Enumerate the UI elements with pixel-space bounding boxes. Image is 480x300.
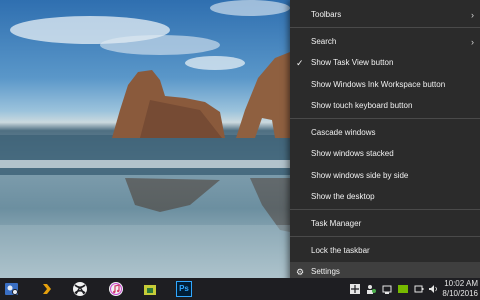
menu-item-show-windows-side-by-side[interactable]: Show windows side by side <box>290 166 480 186</box>
network-icon[interactable] <box>382 284 392 294</box>
menu-separator <box>290 209 480 210</box>
taskbar-context-menu: Toolbars › Search › ✓ Show Task View but… <box>290 0 480 289</box>
menu-item-label: Show Windows Ink Workspace button <box>311 80 446 89</box>
menu-item-label: Show touch keyboard button <box>311 101 413 110</box>
menu-separator <box>290 27 480 28</box>
menu-item-task-manager[interactable]: Task Manager <box>290 214 480 234</box>
cloud <box>210 0 290 16</box>
menu-item-show-ink-workspace-button[interactable]: Show Windows Ink Workspace button <box>290 75 480 95</box>
clock-date: 8/10/2016 <box>442 289 478 298</box>
menu-item-label: Toolbars <box>311 10 342 19</box>
menu-item-show-the-desktop[interactable]: Show the desktop <box>290 187 480 207</box>
menu-item-toolbars[interactable]: Toolbars › <box>290 5 480 25</box>
photoshop-icon[interactable]: Ps <box>176 281 192 297</box>
chevron-right-icon: › <box>471 10 474 20</box>
menu-item-label: Show windows side by side <box>311 171 409 180</box>
menu-item-label: Show Task View button <box>311 58 394 67</box>
menu-item-label: Lock the taskbar <box>311 246 370 255</box>
rock-reflection <box>250 178 290 232</box>
menu-item-label: Show windows stacked <box>311 149 394 158</box>
menu-item-search[interactable]: Search › <box>290 32 480 52</box>
menu-separator <box>290 118 480 119</box>
menu-item-lock-the-taskbar[interactable]: Lock the taskbar <box>290 241 480 261</box>
cloud <box>100 35 220 55</box>
menu-item-label: Task Manager <box>311 219 362 228</box>
menu-item-show-windows-stacked[interactable]: Show windows stacked <box>290 144 480 164</box>
rock-reflection <box>125 178 220 212</box>
nvidia-icon[interactable] <box>398 284 408 294</box>
rock-right <box>236 52 290 138</box>
clock[interactable]: 10:02 AM 8/10/2016 <box>434 279 478 299</box>
menu-item-label: Show the desktop <box>311 192 375 201</box>
people-tray-icon[interactable] <box>366 284 376 294</box>
taskbar[interactable]: Ps 10:02 AM 8/10/2016 <box>0 278 480 300</box>
people-icon[interactable] <box>4 281 20 297</box>
cloud <box>185 56 245 70</box>
itunes-icon[interactable] <box>108 281 124 297</box>
power-icon[interactable] <box>414 284 424 294</box>
clock-time: 10:02 AM <box>444 279 478 288</box>
menu-item-show-touch-keyboard-button[interactable]: Show touch keyboard button <box>290 96 480 116</box>
store-icon[interactable] <box>142 281 158 297</box>
plex-icon[interactable] <box>38 281 54 297</box>
windows-defender-icon[interactable] <box>350 284 360 294</box>
menu-separator <box>290 236 480 237</box>
xbox-icon[interactable] <box>72 281 88 297</box>
menu-item-label: Search <box>311 37 337 46</box>
chevron-right-icon: › <box>471 37 474 47</box>
checkmark-icon: ✓ <box>296 58 304 68</box>
menu-item-show-task-view-button[interactable]: ✓ Show Task View button <box>290 53 480 73</box>
menu-item-label: Cascade windows <box>311 128 376 137</box>
menu-item-cascade-windows[interactable]: Cascade windows <box>290 123 480 143</box>
